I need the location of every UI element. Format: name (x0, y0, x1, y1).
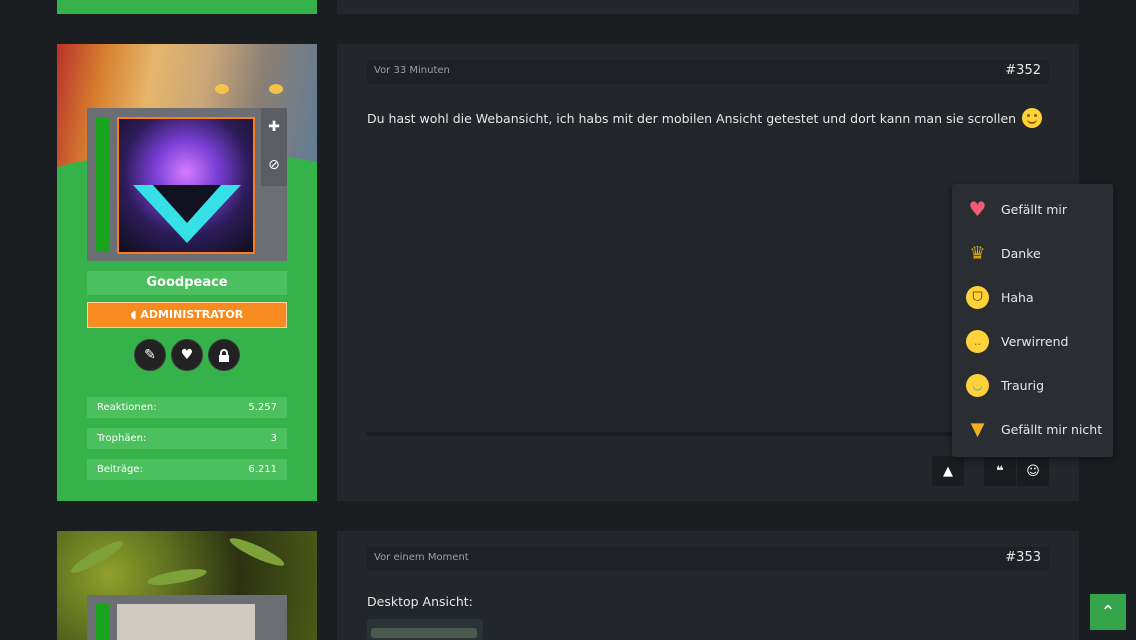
reaction-item-sad[interactable]: ◡ Traurig (966, 363, 1113, 407)
reaction-item-like[interactable]: ♥ Gefällt mir (966, 187, 1113, 231)
reaction-label: Gefällt mir nicht (1001, 421, 1103, 437)
avatar-tools: ✚ ⊘ (261, 108, 287, 186)
avatar-container: ✚ ⊘ (87, 108, 287, 261)
reaction-item-haha[interactable]: ᗜ Haha (966, 275, 1113, 319)
post-message-text: Desktop Ansicht: (367, 594, 473, 609)
post-meta-bar: Vor einem Moment #353 (367, 547, 1049, 571)
follow-icon[interactable]: ✚ (261, 108, 287, 146)
thumbnail-urlbar (371, 628, 477, 638)
scroll-to-top-button[interactable]: ⌃ (1090, 594, 1126, 630)
avatar[interactable] (117, 117, 255, 254)
quote-button[interactable]: ❝ (984, 456, 1016, 486)
heart-icon[interactable]: ♥ (171, 339, 203, 371)
post-time[interactable]: Vor 33 Minuten (374, 65, 450, 76)
reaction-label: Haha (1001, 289, 1034, 305)
post-number[interactable]: #353 (1005, 550, 1041, 565)
chevron-up-icon: ⌃ (1100, 601, 1116, 623)
sad-icon: ◡ (966, 373, 989, 397)
reaction-item-confused[interactable]: ‥ Verwirrend (966, 319, 1113, 363)
stat-posts: Beiträge: 6.211 (87, 459, 287, 480)
lock-svg (219, 348, 229, 362)
banner-leaf (227, 533, 287, 571)
post-time[interactable]: Vor einem Moment (374, 552, 469, 563)
ignore-icon[interactable]: ⊘ (261, 146, 287, 184)
online-indicator (96, 117, 109, 252)
stat-label: Reaktionen: (97, 402, 157, 413)
reaction-item-thanks[interactable]: ♛ Danke (966, 231, 1113, 275)
stat-trophies: Trophäen: 3 (87, 428, 287, 449)
reaction-item-dislike[interactable]: ▼ Gefällt mir nicht (966, 407, 1113, 451)
avatar-container (87, 595, 287, 640)
smiley-icon: ☺ (1026, 463, 1040, 479)
role-label: ADMINISTRATOR (140, 308, 244, 321)
reaction-label: Verwirrend (1001, 333, 1069, 349)
post-message: Desktop Ansicht: (367, 594, 473, 609)
smile-emoji-icon (1022, 108, 1043, 128)
previous-post-panel (337, 0, 1079, 14)
reaction-label: Danke (1001, 245, 1041, 261)
stat-value[interactable]: 6.211 (248, 464, 277, 475)
banner-eye (269, 84, 283, 94)
react-button[interactable]: ☺ (1017, 456, 1049, 486)
avatar-v-inner (153, 185, 221, 223)
reaction-label: Gefällt mir (1001, 201, 1068, 217)
username[interactable]: Goodpeace (87, 271, 287, 295)
post-footer-divider (367, 432, 1049, 436)
attachment-thumbnail[interactable] (367, 619, 483, 640)
banner-leaf (146, 565, 208, 589)
heart-icon: ♥ (968, 197, 987, 221)
reaction-label: Traurig (1001, 377, 1045, 393)
pencil-icon[interactable]: ✎ (134, 339, 166, 371)
lock-icon[interactable] (208, 339, 240, 371)
report-button[interactable]: ▲ (932, 456, 964, 486)
confused-icon: ‥ (966, 329, 989, 353)
role-badge: ◖ ADMINISTRATOR (87, 302, 287, 328)
post-content-panel: Vor einem Moment #353 Desktop Ansicht: (337, 531, 1079, 640)
stat-label: Trophäen: (97, 433, 147, 444)
stat-label: Beiträge: (97, 464, 143, 475)
avatar[interactable] (117, 604, 255, 640)
warning-icon: ▲ (943, 463, 953, 479)
reaction-menu: ♥ Gefällt mir ♛ Danke ᗜ Haha ‥ Verwirren… (952, 184, 1113, 457)
shield-icon: ◖ (130, 308, 137, 321)
quote-icon: ❝ (996, 463, 1004, 479)
trophy-icon: ♛ (969, 242, 986, 264)
thumbs-down-icon: ▼ (970, 418, 985, 440)
banner-leaf (68, 536, 126, 578)
post-number[interactable]: #352 (1005, 63, 1041, 78)
stat-value[interactable]: 5.257 (248, 402, 277, 413)
post-message-text: Du hast wohl die Webansicht, ich habs mi… (367, 110, 1017, 126)
post-message: Du hast wohl die Webansicht, ich habs mi… (367, 108, 1043, 128)
post-meta-bar: Vor 33 Minuten #352 (367, 60, 1049, 84)
online-indicator (96, 604, 109, 640)
previous-post-sidebar (57, 0, 317, 14)
stat-value[interactable]: 3 (271, 433, 277, 444)
laugh-icon: ᗜ (966, 285, 989, 309)
post-author-sidebar: ✚ ⊘ Goodpeace ◖ ADMINISTRATOR ✎ ♥ Reakti… (57, 44, 317, 501)
stat-reactions: Reaktionen: 5.257 (87, 397, 287, 418)
post-author-sidebar (57, 531, 317, 640)
banner-eye (215, 84, 229, 94)
